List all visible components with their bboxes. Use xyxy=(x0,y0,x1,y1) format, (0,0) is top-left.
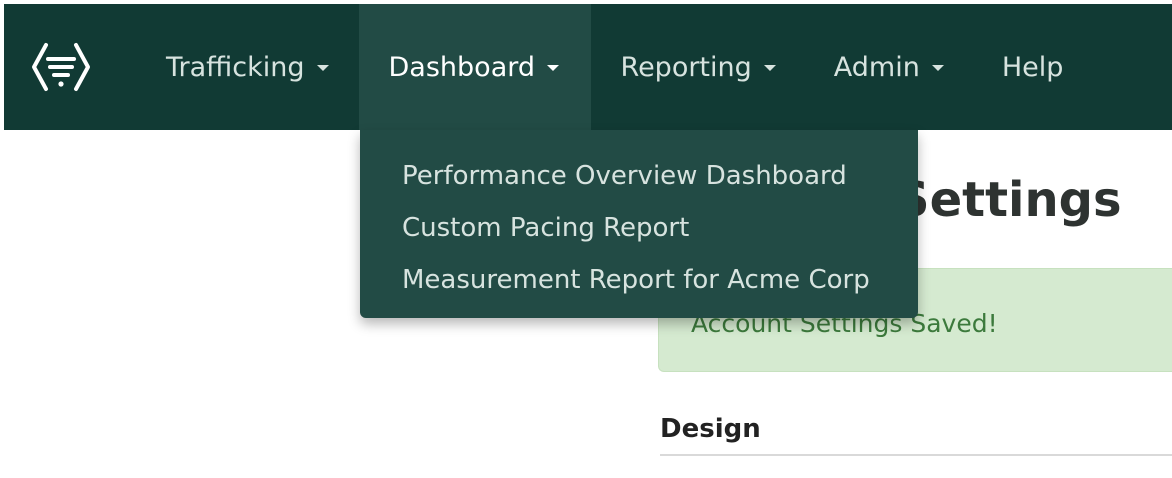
nav-trafficking[interactable]: Trafficking xyxy=(166,4,329,130)
nav-trafficking-label: Trafficking xyxy=(166,51,305,83)
nav-dashboard[interactable]: Dashboard xyxy=(358,4,591,130)
caret-down-icon xyxy=(547,65,559,71)
top-navbar: Trafficking Dashboard Reporting Admin He… xyxy=(4,4,1172,130)
brand-logo[interactable] xyxy=(4,4,124,130)
section-divider xyxy=(660,454,1172,456)
nav-admin[interactable]: Admin xyxy=(834,4,944,130)
caret-down-icon xyxy=(763,65,776,71)
nav-admin-label: Admin xyxy=(833,51,920,83)
menu-item-performance-overview[interactable]: Performance Overview Dashboard xyxy=(360,156,918,208)
nav-reporting-label: Reporting xyxy=(620,51,752,83)
brand-logo-icon xyxy=(32,43,90,91)
caret-down-icon xyxy=(931,65,944,71)
menu-item-measurement-report[interactable]: Measurement Report for Acme Corp xyxy=(360,260,918,312)
nav-dashboard-label: Dashboard xyxy=(388,51,535,83)
caret-down-icon xyxy=(316,65,329,71)
menu-item-custom-pacing[interactable]: Custom Pacing Report xyxy=(360,208,918,260)
nav-help-label: Help xyxy=(1001,51,1064,83)
nav-reporting[interactable]: Reporting xyxy=(621,4,776,130)
dashboard-dropdown-menu: Performance Overview Dashboard Custom Pa… xyxy=(360,130,918,318)
nav-help[interactable]: Help xyxy=(1002,4,1064,130)
section-heading-design: Design xyxy=(660,414,761,444)
